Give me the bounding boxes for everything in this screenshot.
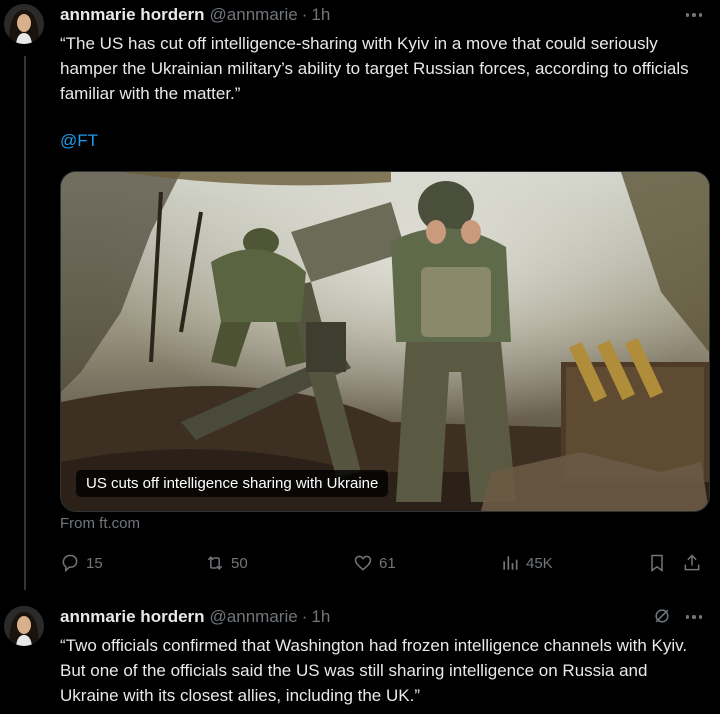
avatar[interactable] <box>4 606 44 646</box>
like-button[interactable]: 61 <box>353 551 396 575</box>
reply-count: 15 <box>86 554 103 572</box>
author-name[interactable]: annmarie hordern <box>60 5 205 25</box>
share-icon <box>684 554 700 571</box>
views-count: 45K <box>526 554 553 572</box>
card-source[interactable]: From ft.com <box>60 515 140 532</box>
tweet-header: annmarie hordern @annmarie · 1h <box>60 606 330 628</box>
like-count: 61 <box>379 554 396 572</box>
separator-dot: · <box>301 607 308 626</box>
share-button[interactable] <box>682 551 708 575</box>
author-handle[interactable]: @annmarie <box>210 607 298 627</box>
tweet-text: “The US has cut off intelligence-sharing… <box>60 34 689 103</box>
mention-link[interactable]: @FT <box>60 131 98 151</box>
thread-connector-line <box>24 56 26 590</box>
reply-button[interactable]: 15 <box>60 551 103 575</box>
tweet-timestamp[interactable]: 1h <box>311 607 330 627</box>
tweet-text: “Two officials confirmed that Washington… <box>60 636 688 705</box>
card-title: US cuts off intelligence sharing with Uk… <box>76 470 389 497</box>
author-name[interactable]: annmarie hordern <box>60 607 205 627</box>
views-button[interactable]: 45K <box>500 551 553 575</box>
author-handle[interactable]: @annmarie <box>210 5 298 25</box>
repost-count: 50 <box>231 554 248 572</box>
reply-icon <box>62 554 78 573</box>
more-options-icon[interactable] <box>682 4 706 26</box>
link-card[interactable]: US cuts off intelligence sharing with Uk… <box>60 171 710 512</box>
bookmark-button[interactable] <box>647 551 673 575</box>
grok-icon[interactable] <box>652 606 672 626</box>
tweet-header: annmarie hordern @annmarie · 1h <box>60 4 330 26</box>
separator-dot: · <box>301 5 308 24</box>
heart-icon <box>354 555 372 571</box>
repost-icon <box>207 556 223 570</box>
tweet-timestamp[interactable]: 1h <box>311 5 330 25</box>
avatar[interactable] <box>4 4 44 44</box>
bookmark-icon <box>651 554 663 572</box>
repost-button[interactable]: 50 <box>205 551 248 575</box>
views-chart-icon <box>503 556 518 570</box>
more-options-icon[interactable] <box>682 606 706 628</box>
tweet-actions: 15 50 61 45K <box>60 551 710 575</box>
card-image <box>61 172 709 511</box>
